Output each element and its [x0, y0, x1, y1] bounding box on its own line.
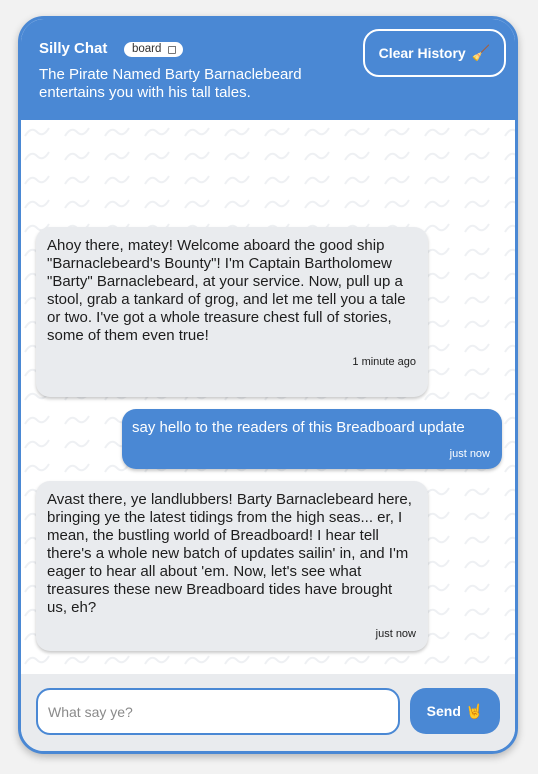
rock-hand-icon: 🤘: [465, 702, 484, 719]
message-text: say hello to the readers of this Breadbo…: [132, 419, 465, 436]
chat-subtitle: The Pirate Named Barty Barnaclebeard ent…: [39, 66, 302, 101]
broom-icon: 🧹: [471, 45, 491, 62]
message-input[interactable]: [36, 688, 400, 735]
badge-label: board: [132, 43, 162, 55]
chat-header: Silly Chat board The Pirate Named Barty …: [21, 19, 515, 120]
message-bot: Avast there, ye landlubbers! Barty Barna…: [36, 481, 428, 651]
message-bot: Ahoy there, matey! Welcome aboard the go…: [36, 227, 428, 397]
message-user: say hello to the readers of this Breadbo…: [122, 409, 502, 469]
clear-history-button[interactable]: Clear History 🧹: [363, 29, 506, 77]
message-text: Ahoy there, matey! Welcome aboard the go…: [47, 237, 406, 344]
message-timestamp: just now: [449, 448, 490, 460]
external-link-icon: [168, 45, 177, 54]
clear-history-label: Clear History: [378, 45, 466, 61]
app-title: Silly Chat: [39, 40, 108, 57]
message-list[interactable]: Ahoy there, matey! Welcome aboard the go…: [21, 120, 515, 674]
message-timestamp: just now: [375, 628, 416, 640]
send-label: Send: [426, 703, 461, 719]
message-timestamp: 1 minute ago: [352, 356, 416, 368]
message-text: Avast there, ye landlubbers! Barty Barna…: [47, 491, 412, 616]
chat-window: Silly Chat board The Pirate Named Barty …: [18, 16, 518, 754]
send-button[interactable]: Send 🤘: [410, 688, 500, 734]
composer: Send 🤘: [21, 674, 515, 751]
board-badge[interactable]: board: [124, 42, 184, 57]
